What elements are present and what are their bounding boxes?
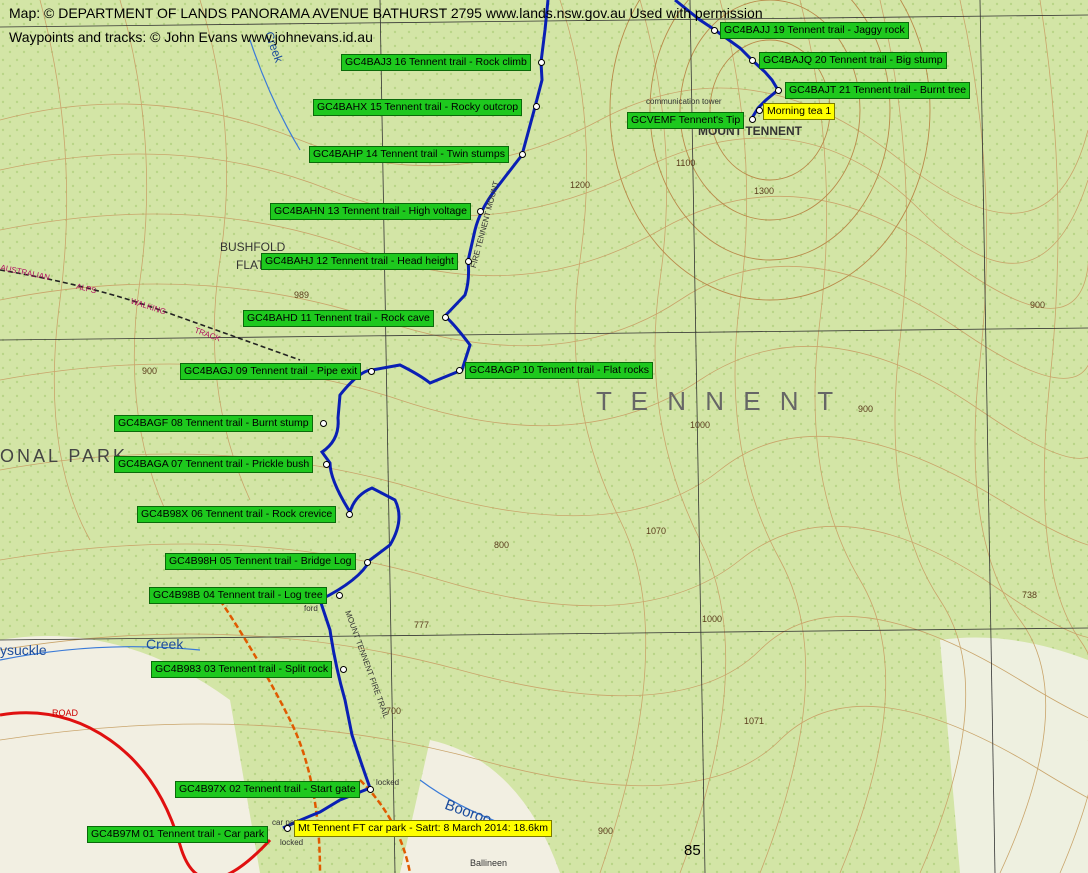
waypoint-label-15[interactable]: GC4BAHX 15 Tennent trail - Rocky outcrop [313,99,523,116]
waypoint-label-20[interactable]: GC4BAJQ 20 Tennent trail - Big stump [759,52,947,69]
waypoint-marker[interactable] [538,59,545,66]
label-road: ROAD [52,708,79,718]
waypoint-label-08[interactable]: GC4BAGF 08 Tennent trail - Burnt stump [114,415,313,432]
waypoint-marker[interactable] [756,107,763,114]
waypoint-label-13[interactable]: GC4BAHN 13 Tennent trail - High voltage [270,203,471,220]
waypoint-label-12[interactable]: GC4BAHJ 12 Tennent trail - Head height [261,253,458,270]
place-national-park: ONAL PARK [0,446,129,466]
waypoint-label-16[interactable]: GC4BAJ3 16 Tennent trail - Rock climb [341,54,531,71]
waypoint-label-06[interactable]: GC4B98X 06 Tennent trail - Rock crevice [137,506,337,523]
waypoint-label-tennents-tip[interactable]: GCVEMF Tennent's Tip [627,112,745,129]
contour-number: 900 [858,404,874,414]
waypoint-label-09[interactable]: GC4BAGJ 09 Tennent trail - Pipe exit [180,363,362,380]
creek-label-bottom: Creek [146,636,184,652]
label-locked-bottom: locked [280,838,304,847]
contour-number: 1000 [690,420,711,430]
contour-number: 900 [142,366,158,376]
waypoint-marker[interactable] [340,666,347,673]
waypoint-label-02[interactable]: GC4B97X 02 Tennent trail - Start gate [175,781,360,798]
contour-number: 1000 [702,614,723,624]
contour-number: 989 [294,290,310,300]
contour-number: 1071 [744,716,765,726]
contour-number: 700 [386,706,402,716]
waypoint-marker[interactable] [749,57,756,64]
waypoint-marker[interactable] [477,208,484,215]
contour-number: 1100 [676,158,696,168]
waypoint-label-car-park-start[interactable]: Mt Tennent FT car park - Satrt: 8 March … [294,820,552,837]
waypoint-marker[interactable] [367,786,374,793]
waypoint-label-04[interactable]: GC4B98B 04 Tennent trail - Log tree [149,587,327,604]
waypoint-label-03[interactable]: GC4B983 03 Tennent trail - Split rock [151,661,333,678]
waypoint-marker[interactable] [320,420,327,427]
map-graphics [0,0,1088,873]
place-bushfold: BUSHFOLD [220,240,286,254]
waypoint-marker[interactable] [442,314,449,321]
waypoint-label-05[interactable]: GC4B98H 05 Tennent trail - Bridge Log [165,553,356,570]
waypoint-marker[interactable] [749,116,756,123]
waypoint-marker[interactable] [284,825,291,832]
contour-number: 738 [1022,590,1038,600]
waypoint-label-21[interactable]: GC4BAJT 21 Tennent trail - Burnt tree [785,82,971,99]
waypoint-marker[interactable] [465,258,472,265]
contour-number: 900 [1030,300,1046,310]
waypoint-marker[interactable] [456,367,463,374]
waypoint-marker[interactable] [711,27,718,34]
waypoint-label-10[interactable]: GC4BAGP 10 Tennent trail - Flat rocks [465,362,653,379]
contour-number: 1070 [646,526,667,536]
waypoint-label-14[interactable]: GC4BAHP 14 Tennent trail - Twin stumps [309,146,510,163]
waypoint-marker[interactable] [346,511,353,518]
waypoint-label-11[interactable]: GC4BAHD 11 Tennent trail - Rock cave [243,310,434,327]
contour-number: 900 [598,826,614,836]
waypoint-marker[interactable] [533,103,540,110]
waypoint-marker[interactable] [364,559,371,566]
waypoint-label-01[interactable]: GC4B97M 01 Tennent trail - Car park [87,826,269,843]
label-locked-top: locked [376,778,400,787]
waypoint-marker[interactable] [519,151,526,158]
waypoint-label-morning-tea[interactable]: Morning tea 1 [763,103,836,120]
waypoint-marker[interactable] [323,461,330,468]
contour-number: 1200 [570,180,591,190]
contour-number: 800 [494,540,510,550]
waypoint-label-07[interactable]: GC4BAGA 07 Tennent trail - Prickle bush [114,456,314,473]
creek-label-honeysuckle: ysuckle [0,642,47,658]
place-tennent: T E N N E N T [596,386,840,416]
contour-number: 777 [414,620,430,630]
waypoint-label-19[interactable]: GC4BAJJ 19 Tennent trail - Jaggy rock [720,22,909,39]
place-ballineen: Ballineen [470,858,508,868]
label-ford: ford [304,604,318,613]
waypoint-marker[interactable] [368,368,375,375]
waypoint-marker[interactable] [336,592,343,599]
contour-number: 1300 [754,186,775,196]
label-communication-tower: communication tower [646,97,722,106]
topographic-map[interactable]: MOUNT TENNENT T E N N E N T BUSHFOLD FLA… [0,0,1088,873]
track-credit: Waypoints and tracks: © John Evans www.j… [9,29,373,45]
grid-number-85: 85 [684,842,701,859]
map-credit: Map: © DEPARTMENT OF LANDS PANORAMA AVEN… [9,5,763,21]
waypoint-marker[interactable] [775,87,782,94]
